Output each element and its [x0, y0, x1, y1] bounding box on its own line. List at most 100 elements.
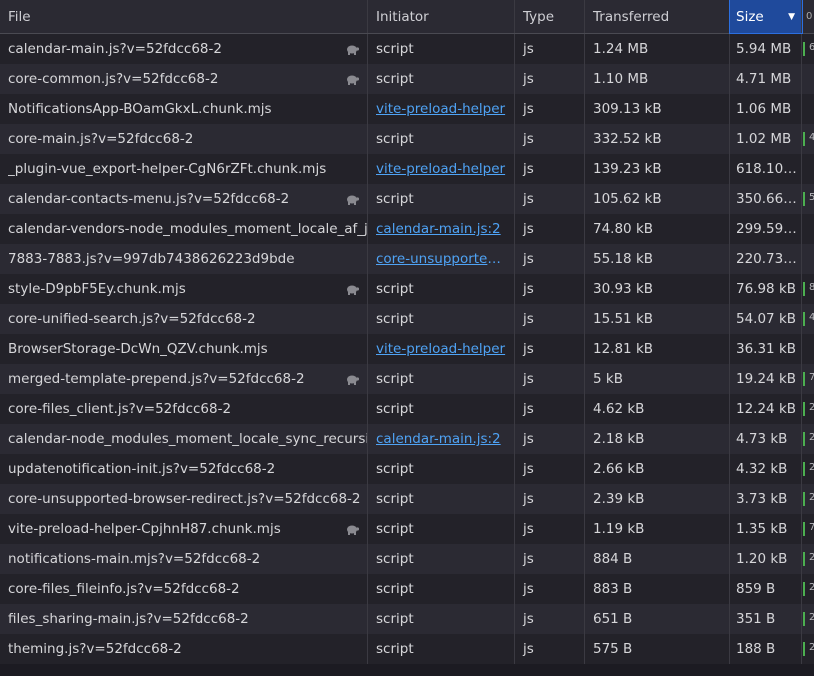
table-row[interactable]: files_sharing-main.js?v=52fdcc68-2 scrip…	[0, 604, 814, 634]
table-row[interactable]: _plugin-vue_export-helper-CgN6rZFt.chunk…	[0, 154, 814, 184]
cell-transferred: 139.23 kB	[585, 154, 730, 184]
waterfall-timing-bar[interactable]	[803, 552, 805, 566]
cell-waterfall: 8	[802, 274, 814, 304]
cell-file: files_sharing-main.js?v=52fdcc68-2	[0, 604, 368, 634]
cell-type: js	[515, 94, 585, 124]
waterfall-timing-bar[interactable]	[803, 492, 805, 506]
waterfall-timing-bar[interactable]	[803, 432, 805, 446]
cell-size: 188 B	[730, 634, 802, 664]
waterfall-timing-bar[interactable]	[803, 582, 805, 596]
waterfall-timing-bar[interactable]	[803, 132, 805, 146]
cell-size: 351 B	[730, 604, 802, 634]
initiator-link[interactable]: core-unsupported-browser	[376, 251, 506, 267]
type-text: js	[523, 221, 534, 237]
cell-size: 4.32 kB	[730, 454, 802, 484]
initiator-text: script	[376, 191, 414, 207]
table-row[interactable]: core-unsupported-browser-redirect.js?v=5…	[0, 484, 814, 514]
cell-transferred: 5 kB	[585, 364, 730, 394]
waterfall-timing-bar[interactable]	[803, 282, 805, 296]
cell-waterfall: 2	[802, 574, 814, 604]
cell-waterfall: 2	[802, 454, 814, 484]
table-row[interactable]: core-common.js?v=52fdcc68-2 script js 1.…	[0, 64, 814, 94]
table-row[interactable]: core-files_fileinfo.js?v=52fdcc68-2 scri…	[0, 574, 814, 604]
waterfall-timing-bar[interactable]	[803, 522, 805, 536]
cell-type: js	[515, 214, 585, 244]
waterfall-timing-bar[interactable]	[803, 372, 805, 386]
type-text: js	[523, 161, 534, 177]
table-row[interactable]: calendar-contacts-menu.js?v=52fdcc68-2 s…	[0, 184, 814, 214]
initiator-link[interactable]: vite-preload-helper	[376, 101, 506, 117]
waterfall-timing-bar[interactable]	[803, 42, 805, 56]
table-row[interactable]: core-files_client.js?v=52fdcc68-2 script…	[0, 394, 814, 424]
cell-initiator: script	[368, 184, 515, 214]
file-name: core-unsupported-browser-redirect.js?v=5…	[8, 491, 361, 507]
table-row[interactable]: style-D9pbF5Ey.chunk.mjs script js 30.93…	[0, 274, 814, 304]
table-row[interactable]: calendar-node_modules_moment_locale_sync…	[0, 424, 814, 454]
column-header-transferred[interactable]: Transferred	[585, 0, 730, 33]
column-header-size[interactable]: Size ▼	[729, 0, 803, 34]
initiator-text: script	[376, 401, 414, 417]
table-row[interactable]: notifications-main.mjs?v=52fdcc68-2 scri…	[0, 544, 814, 574]
table-row[interactable]: core-main.js?v=52fdcc68-2 script js 332.…	[0, 124, 814, 154]
transferred-text: 1.19 kB	[593, 521, 645, 537]
cell-initiator: vite-preload-helper	[368, 94, 515, 124]
column-header-size-label: Size	[736, 8, 764, 25]
cell-waterfall	[802, 154, 814, 184]
size-text: 351 B	[736, 611, 776, 627]
cell-type: js	[515, 544, 585, 574]
waterfall-timing-bar[interactable]	[803, 402, 805, 416]
waterfall-timing-bar[interactable]	[803, 462, 805, 476]
cell-waterfall: 2	[802, 424, 814, 454]
cell-size: 54.07 kB	[730, 304, 802, 334]
cell-transferred: 883 B	[585, 574, 730, 604]
initiator-text: script	[376, 131, 414, 147]
size-text: 76.98 kB	[736, 281, 797, 297]
file-name: _plugin-vue_export-helper-CgN6rZFt.chunk…	[8, 161, 327, 177]
size-text: 350.66 kB	[736, 191, 801, 207]
cell-type: js	[515, 454, 585, 484]
sort-descending-icon: ▼	[788, 11, 795, 22]
cell-waterfall: 7	[802, 514, 814, 544]
cell-waterfall: 2	[802, 394, 814, 424]
size-text: 4.32 kB	[736, 461, 788, 477]
initiator-link[interactable]: calendar-main.js:2	[376, 431, 506, 447]
column-header-type[interactable]: Type	[515, 0, 585, 33]
column-header-transferred-label: Transferred	[593, 8, 670, 25]
waterfall-timing-label: 2	[809, 612, 814, 623]
cell-size: 1.06 MB	[730, 94, 802, 124]
table-row[interactable]: calendar-main.js?v=52fdcc68-2 script js …	[0, 34, 814, 64]
column-header-waterfall[interactable]: 0	[802, 0, 814, 33]
cell-type: js	[515, 394, 585, 424]
table-row[interactable]: NotificationsApp-BOamGkxL.chunk.mjs vite…	[0, 94, 814, 124]
table-row[interactable]: updatenotification-init.js?v=52fdcc68-2 …	[0, 454, 814, 484]
type-text: js	[523, 401, 534, 417]
waterfall-timing-label: 2	[809, 402, 814, 413]
slow-request-turtle-icon	[345, 193, 360, 205]
table-row[interactable]: core-unified-search.js?v=52fdcc68-2 scri…	[0, 304, 814, 334]
type-text: js	[523, 521, 534, 537]
cell-initiator: script	[368, 544, 515, 574]
table-row[interactable]: 7883-7883.js?v=997db7438626223d9bde core…	[0, 244, 814, 274]
table-row[interactable]: BrowserStorage-DcWn_QZV.chunk.mjs vite-p…	[0, 334, 814, 364]
waterfall-timing-bar[interactable]	[803, 312, 805, 326]
initiator-link[interactable]: vite-preload-helper	[376, 341, 506, 357]
initiator-link[interactable]: vite-preload-helper	[376, 161, 506, 177]
size-text: 188 B	[736, 641, 776, 657]
table-row[interactable]: theming.js?v=52fdcc68-2 script js 575 B …	[0, 634, 814, 664]
waterfall-timing-bar[interactable]	[803, 642, 805, 656]
table-row[interactable]: vite-preload-helper-CpjhnH87.chunk.mjs s…	[0, 514, 814, 544]
waterfall-timing-bar[interactable]	[803, 192, 805, 206]
size-text: 19.24 kB	[736, 371, 797, 387]
cell-initiator: core-unsupported-browser	[368, 244, 515, 274]
transferred-text: 332.52 kB	[593, 131, 662, 147]
table-row[interactable]: calendar-vendors-node_modules_moment_loc…	[0, 214, 814, 244]
column-header-initiator[interactable]: Initiator	[368, 0, 515, 33]
table-row[interactable]: merged-template-prepend.js?v=52fdcc68-2 …	[0, 364, 814, 394]
size-text: 859 B	[736, 581, 776, 597]
cell-transferred: 2.66 kB	[585, 454, 730, 484]
waterfall-timing-bar[interactable]	[803, 612, 805, 626]
cell-type: js	[515, 574, 585, 604]
column-header-file[interactable]: File	[0, 0, 368, 33]
initiator-link[interactable]: calendar-main.js:2	[376, 221, 506, 237]
cell-transferred: 55.18 kB	[585, 244, 730, 274]
